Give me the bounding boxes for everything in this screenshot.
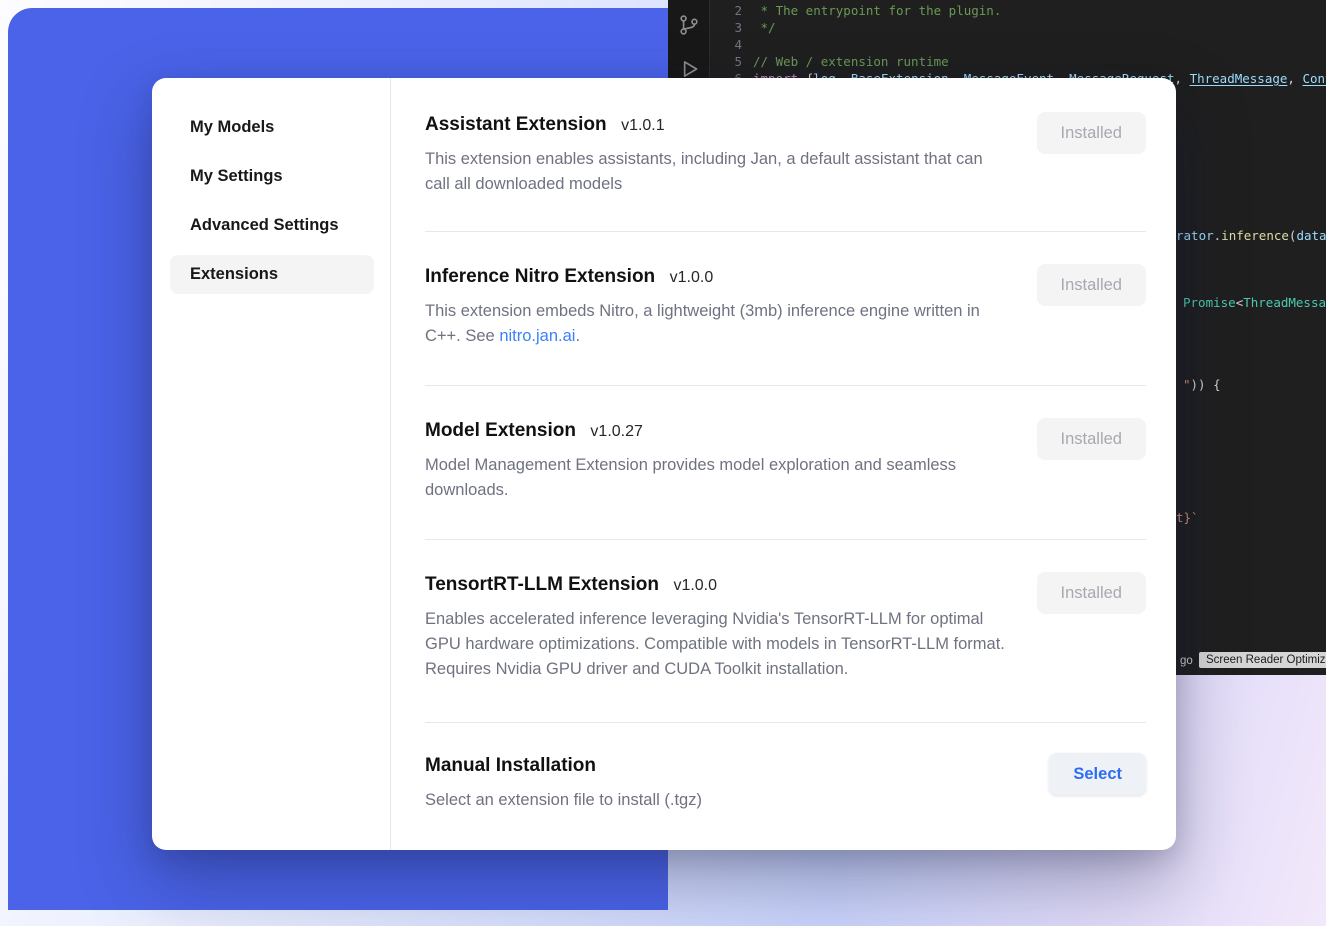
code-text: * The entrypoint for the plugin.: [753, 2, 1001, 19]
code-token: data: [1296, 228, 1326, 243]
code-area: 2 * The entrypoint for the plugin. 3 */ …: [710, 2, 1326, 87]
code-token: ,: [1175, 71, 1190, 86]
page-background: 2 * The entrypoint for the plugin. 3 */ …: [0, 0, 1326, 926]
extension-section-assistant: Assistant Extension v1.0.1 This extensio…: [425, 78, 1146, 232]
code-token: ContentType: [1302, 71, 1326, 86]
code-line: 3 */: [710, 19, 1326, 36]
statusbar-text: go: [1180, 655, 1193, 667]
sidebar-item-advanced-settings[interactable]: Advanced Settings: [170, 206, 374, 245]
code-token: ,: [1287, 71, 1302, 86]
extension-name: Model Extension: [425, 420, 576, 441]
extension-description: This extension enables assistants, inclu…: [425, 147, 1005, 197]
extension-section-nitro: Inference Nitro Extension v1.0.0 This ex…: [425, 232, 1146, 386]
code-text: // Web / extension runtime: [753, 53, 949, 70]
extension-name: Inference Nitro Extension: [425, 266, 655, 287]
code-token: ThreadMessage: [1190, 71, 1288, 86]
nitro-jan-ai-link[interactable]: nitro.jan.ai: [499, 327, 575, 345]
manual-installation-section: Manual Installation Select an extension …: [425, 723, 1146, 813]
line-number: 5: [710, 53, 742, 70]
extension-version: v1.0.1: [621, 117, 665, 134]
extension-description: This extension embeds Nitro, a lightweig…: [425, 299, 1005, 349]
select-file-button[interactable]: Select: [1049, 753, 1146, 795]
code-line: 4: [710, 36, 1326, 53]
manual-installation-title: Manual Installation: [425, 755, 596, 776]
installed-button[interactable]: Installed: [1037, 572, 1146, 614]
manual-installation-description: Select an extension file to install (.tg…: [425, 788, 702, 813]
sidebar-item-extensions[interactable]: Extensions: [170, 255, 374, 294]
extensions-panel: Assistant Extension v1.0.1 This extensio…: [391, 78, 1176, 850]
code-line: 2 * The entrypoint for the plugin.: [710, 2, 1326, 19]
code-fragment: Promise<ThreadMessage>: [1183, 296, 1326, 310]
code-token: )) {: [1191, 377, 1221, 392]
code-token: ": [1183, 377, 1191, 392]
sidebar-item-my-models[interactable]: My Models: [170, 108, 374, 147]
line-number: 3: [710, 19, 742, 36]
screen-reader-toast[interactable]: Screen Reader Optimize: [1199, 652, 1326, 668]
code-fragment: rator.inference(data));: [1176, 229, 1326, 243]
code-line: 5 // Web / extension runtime: [710, 53, 1326, 70]
line-number: 2: [710, 2, 742, 19]
code-token: rator: [1176, 228, 1214, 243]
extension-description: Enables accelerated inference leveraging…: [425, 607, 1005, 682]
code-token: inference: [1221, 228, 1289, 243]
description-text: .: [575, 327, 580, 345]
installed-button[interactable]: Installed: [1037, 418, 1146, 460]
extension-section-model: Model Extension v1.0.27 Model Management…: [425, 386, 1146, 540]
settings-modal: My Models My Settings Advanced Settings …: [152, 78, 1176, 850]
extension-name: TensortRT-LLM Extension: [425, 574, 659, 595]
code-text: */: [753, 19, 776, 36]
source-control-icon[interactable]: [676, 12, 702, 38]
extension-version: v1.0.27: [590, 423, 642, 440]
code-token: t}`: [1176, 510, 1199, 525]
code-fragment: ")) {: [1183, 378, 1221, 392]
code-fragment: t}`: [1176, 511, 1199, 525]
extension-description: Model Management Extension provides mode…: [425, 453, 1005, 503]
extension-name: Assistant Extension: [425, 114, 607, 135]
sidebar-item-my-settings[interactable]: My Settings: [170, 157, 374, 196]
line-number: 4: [710, 36, 742, 53]
settings-sidebar: My Models My Settings Advanced Settings …: [152, 78, 391, 850]
code-token: ThreadMessage: [1243, 295, 1326, 310]
extension-section-tensorrt: TensortRT-LLM Extension v1.0.0 Enables a…: [425, 540, 1146, 723]
installed-button[interactable]: Installed: [1037, 264, 1146, 306]
code-token: Promise: [1183, 295, 1236, 310]
extension-version: v1.0.0: [673, 577, 717, 594]
extension-version: v1.0.0: [670, 269, 714, 286]
installed-button[interactable]: Installed: [1037, 112, 1146, 154]
